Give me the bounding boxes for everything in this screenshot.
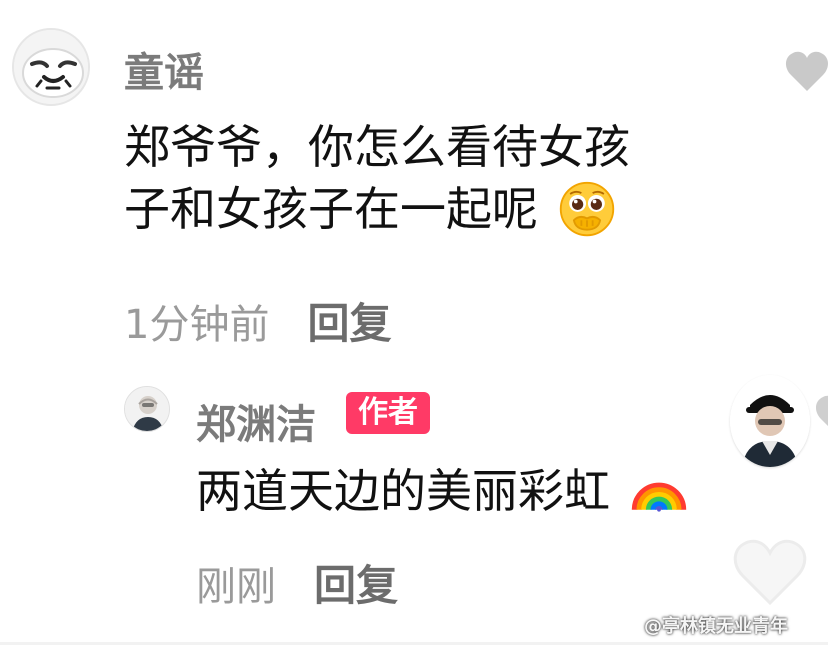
- comment-meta: 1分钟前 回复: [124, 290, 391, 351]
- weibo-icon: [613, 616, 637, 635]
- reply-text-content: 两道天边的美丽彩虹: [196, 464, 610, 518]
- comment-root: 童谣 郑爷爷，你怎么看待女孩 子和女孩子在一起呢 1分钟前 回复: [0, 0, 828, 348]
- heart-icon: [786, 51, 828, 91]
- comment-reply: 郑渊洁 作者 两道天边的美丽彩虹 刚刚 回复: [0, 370, 828, 645]
- heart-icon: [816, 395, 828, 426]
- reply-username[interactable]: 郑渊洁: [196, 392, 316, 450]
- meme-face-avatar-icon: [14, 30, 88, 104]
- comment-time: 1分钟前: [124, 302, 270, 348]
- reply-to-reply-button[interactable]: 回复: [314, 552, 398, 613]
- reply-meta: 刚刚 回复: [196, 552, 398, 613]
- person-with-cap-avatar-icon: [730, 375, 810, 467]
- elderly-man-avatar-icon: [125, 387, 169, 431]
- heart-icon: [733, 539, 807, 606]
- watermark: @亭林镇无业青年: [608, 612, 788, 638]
- rainbow-emoji-icon: [629, 461, 689, 521]
- user-avatar[interactable]: [12, 28, 90, 106]
- comment-line-2-text: 子和女孩子在一起呢: [124, 182, 538, 236]
- floating-heart[interactable]: [730, 537, 810, 607]
- reply-like-button[interactable]: [813, 392, 828, 426]
- username[interactable]: 童谣: [124, 40, 204, 98]
- reply-button[interactable]: 回复: [307, 290, 391, 351]
- watermark-text: @亭林镇无业青年: [644, 616, 788, 637]
- reply-user-avatar[interactable]: [124, 386, 170, 432]
- pleading-face-with-hands-emoji-icon: [557, 179, 617, 239]
- like-button[interactable]: [783, 48, 828, 96]
- comment-line-1: 郑爷爷，你怎么看待女孩: [124, 120, 630, 174]
- corner-avatar[interactable]: [730, 375, 810, 467]
- reply-time: 刚刚: [196, 564, 276, 610]
- comment-text: 郑爷爷，你怎么看待女孩 子和女孩子在一起呢: [124, 116, 630, 243]
- reply-text: 两道天边的美丽彩虹: [196, 460, 689, 525]
- comment-line-2: 子和女孩子在一起呢: [124, 178, 630, 243]
- author-badge: 作者: [346, 392, 430, 434]
